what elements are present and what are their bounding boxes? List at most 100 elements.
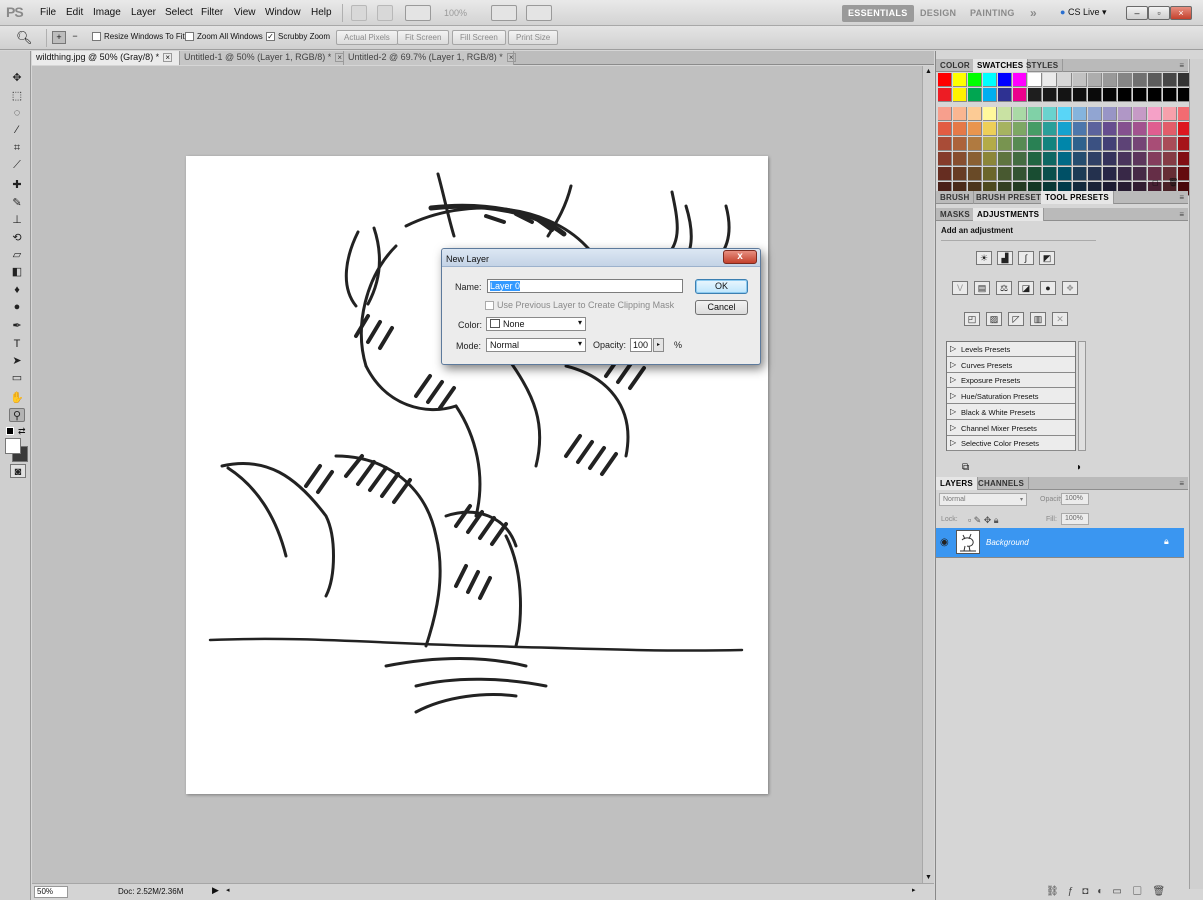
swap-colors-icon[interactable]: ⇄ <box>18 426 26 437</box>
color-swatch[interactable] <box>1163 73 1177 87</box>
path-selection-tool-icon[interactable]: ➤ <box>9 354 25 368</box>
color-swatch[interactable] <box>1043 73 1057 87</box>
more-workspaces-icon[interactable]: » <box>1024 3 1043 20</box>
minibridge-icon[interactable] <box>377 5 393 21</box>
opacity-slider-toggle-icon[interactable]: ▸ <box>653 338 664 352</box>
workspace-design[interactable]: DESIGN <box>914 5 962 22</box>
tab-channels[interactable]: CHANNELS <box>974 477 1030 490</box>
menu-image[interactable]: Image <box>93 7 121 18</box>
menu-view[interactable]: View <box>234 7 256 18</box>
color-swatch[interactable] <box>1043 137 1057 151</box>
color-swatch[interactable] <box>968 73 982 87</box>
color-swatch[interactable] <box>1028 122 1042 136</box>
color-swatch[interactable] <box>1103 167 1117 181</box>
opacity-input[interactable]: 100 <box>630 338 652 352</box>
tab-swatches[interactable]: SWATCHES <box>973 59 1029 72</box>
color-swatch[interactable] <box>1118 73 1132 87</box>
color-swatch[interactable] <box>998 107 1012 121</box>
color-swatch[interactable] <box>968 88 982 102</box>
color-swatch[interactable] <box>968 137 982 151</box>
color-swatch[interactable] <box>1028 88 1042 102</box>
expand-triangle-icon[interactable]: ▷ <box>950 344 956 353</box>
color-swatch[interactable] <box>953 107 967 121</box>
ok-button[interactable]: OK <box>695 279 748 294</box>
color-swatch[interactable] <box>938 122 952 136</box>
color-swatch[interactable] <box>1043 107 1057 121</box>
color-swatch[interactable] <box>1103 88 1117 102</box>
panel-dock-scrollbar[interactable] <box>1189 59 1203 889</box>
panel-menu-icon[interactable]: ≡ <box>1179 479 1184 488</box>
tab-styles[interactable]: STYLES <box>1022 59 1064 72</box>
color-swatch[interactable] <box>998 152 1012 166</box>
photo-filter-icon[interactable]: ● <box>1040 281 1056 295</box>
menu-file[interactable]: File <box>40 7 56 18</box>
preset-item[interactable]: ▷ Levels Presets <box>947 342 1075 357</box>
scroll-right-icon[interactable]: ▸ <box>912 886 916 894</box>
color-swatch[interactable] <box>1088 73 1102 87</box>
minimize-button[interactable]: – <box>1126 6 1148 20</box>
layer-row-background[interactable]: ◉ Background 🔒︎ <box>936 528 1184 558</box>
color-swatch[interactable] <box>998 137 1012 151</box>
tab-untitled-2[interactable]: Untitled-2 @ 69.7% (Layer 1, RGB/8) * × <box>344 51 516 65</box>
view-extras-icon[interactable] <box>405 5 431 21</box>
eraser-tool-icon[interactable]: ▱ <box>9 248 25 262</box>
checkbox-box-checked[interactable]: ✓ <box>266 32 275 41</box>
clipping-mask-checkbox[interactable]: Use Previous Layer to Create Clipping Ma… <box>485 300 674 310</box>
color-swatch[interactable] <box>1028 167 1042 181</box>
color-swatch[interactable] <box>998 88 1012 102</box>
move-tool-icon[interactable]: ✥ <box>9 71 25 85</box>
dodge-tool-icon[interactable]: ● <box>9 300 25 314</box>
color-swatch[interactable] <box>1058 107 1072 121</box>
zoom-in-icon[interactable]: + <box>52 31 66 44</box>
color-swatch[interactable] <box>1163 137 1177 151</box>
preset-item[interactable]: ▷ Selective Color Presets <box>947 436 1075 452</box>
cs-live-button[interactable]: ● CS Live ▾ <box>1060 7 1107 18</box>
print-size-button[interactable]: Print Size <box>508 30 559 45</box>
clone-stamp-tool-icon[interactable]: ⊥ <box>9 213 25 227</box>
restore-button[interactable]: ▫ <box>1148 6 1170 20</box>
color-swatch[interactable] <box>1013 137 1027 151</box>
color-swatch[interactable] <box>1058 122 1072 136</box>
color-swatch[interactable] <box>953 137 967 151</box>
color-swatch[interactable] <box>1058 152 1072 166</box>
gradient-tool-icon[interactable]: ◧ <box>9 265 25 279</box>
color-balance-icon[interactable]: ⚖ <box>996 281 1012 295</box>
zoom-out-icon[interactable]: − <box>68 31 82 44</box>
color-swatch[interactable] <box>938 73 952 87</box>
lock-icons[interactable]: ▫ ✎ ✥ 🔒︎ <box>968 515 999 526</box>
workspace-painting[interactable]: PAINTING <box>964 5 1021 22</box>
color-swatch[interactable] <box>1073 107 1087 121</box>
return-to-list-icon[interactable]: ⧉ <box>962 462 969 473</box>
color-swatch[interactable] <box>1163 122 1177 136</box>
expand-triangle-icon[interactable]: ▷ <box>950 438 956 447</box>
menu-edit[interactable]: Edit <box>66 7 83 18</box>
vertical-scrollbar[interactable]: ▲ ▼ <box>922 66 934 883</box>
status-menu-arrow-icon[interactable]: ▶ <box>212 885 219 896</box>
color-swatch[interactable] <box>1148 122 1162 136</box>
expand-triangle-icon[interactable]: ▷ <box>950 407 956 416</box>
color-select[interactable]: None ▾ <box>486 317 586 331</box>
color-swatch[interactable] <box>953 73 967 87</box>
color-swatch[interactable] <box>1088 137 1102 151</box>
color-swatch[interactable] <box>1133 122 1147 136</box>
scroll-down-icon[interactable]: ▼ <box>925 874 932 881</box>
expand-triangle-icon[interactable]: ▷ <box>950 360 956 369</box>
color-swatch[interactable] <box>938 107 952 121</box>
color-swatch[interactable] <box>938 88 952 102</box>
preset-item[interactable]: ▷ Exposure Presets <box>947 373 1075 389</box>
color-swatch[interactable] <box>1013 122 1027 136</box>
gradient-map-icon[interactable]: ▥ <box>1030 312 1046 326</box>
clip-to-layer-icon[interactable]: ◗ <box>1076 462 1082 473</box>
color-swatch[interactable] <box>1103 137 1117 151</box>
color-swatch[interactable] <box>1133 167 1147 181</box>
screen-mode-icon[interactable] <box>526 5 552 21</box>
color-swatch[interactable] <box>968 167 982 181</box>
color-swatch[interactable] <box>1088 167 1102 181</box>
color-swatch[interactable] <box>1043 167 1057 181</box>
color-swatch[interactable] <box>1058 73 1072 87</box>
color-swatch[interactable] <box>1118 107 1132 121</box>
checkbox-box[interactable] <box>185 32 194 41</box>
levels-icon[interactable]: ▟ <box>997 251 1013 265</box>
workspace-essentials[interactable]: ESSENTIALS <box>842 5 914 22</box>
marquee-tool-icon[interactable]: ⬚ <box>9 89 25 103</box>
